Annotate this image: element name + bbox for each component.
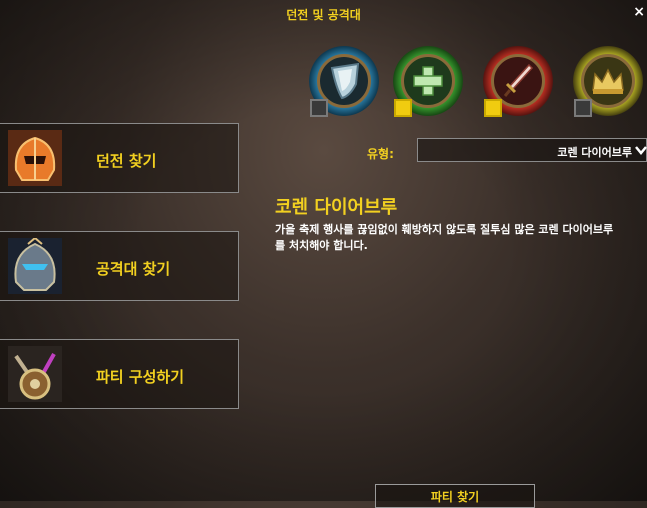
healer-role-toggle[interactable] bbox=[389, 42, 467, 120]
window-title: 던전 및 공격대 bbox=[286, 8, 361, 22]
heal-cross-icon bbox=[413, 66, 443, 96]
crown-icon bbox=[592, 68, 624, 94]
shield-icon bbox=[330, 62, 360, 100]
helmet-icon bbox=[8, 130, 62, 186]
group-builder-button[interactable]: 파티 구성하기 bbox=[0, 339, 239, 409]
raid-helmet-icon bbox=[8, 238, 62, 294]
find-group-label: 파티 찾기 bbox=[430, 490, 480, 504]
leader-checkbox[interactable] bbox=[574, 99, 592, 117]
tank-checkbox[interactable] bbox=[310, 99, 328, 117]
healer-checkbox[interactable] bbox=[394, 99, 412, 117]
raid-finder-label: 공격대 찾기 bbox=[96, 260, 171, 278]
tank-role-toggle[interactable] bbox=[305, 42, 383, 120]
raid-finder-button[interactable]: 공격대 찾기 bbox=[0, 231, 239, 301]
damage-checkbox[interactable] bbox=[484, 99, 502, 117]
group-builder-label: 파티 구성하기 bbox=[96, 368, 185, 386]
sword-icon bbox=[503, 63, 534, 97]
shield-weapons-icon bbox=[8, 346, 62, 402]
close-icon[interactable]: × bbox=[633, 4, 645, 20]
damage-role-toggle[interactable] bbox=[479, 42, 557, 120]
type-label: 유형: bbox=[367, 147, 394, 161]
type-dropdown-value: 코렌 다이어브루 bbox=[557, 146, 632, 159]
dungeon-description: 가을 축제 행사를 끊임없이 훼방하지 않도록 질투심 많은 코렌 다이어브루를… bbox=[275, 223, 614, 252]
type-dropdown[interactable]: 코렌 다이어브루 bbox=[417, 138, 647, 162]
leader-role-toggle[interactable] bbox=[569, 42, 647, 120]
dungeon-title: 코렌 다이어브루 bbox=[275, 197, 398, 218]
find-group-button[interactable]: 파티 찾기 bbox=[375, 484, 535, 508]
chevron-down-icon[interactable] bbox=[634, 143, 647, 157]
dungeon-finder-label: 던전 찾기 bbox=[96, 152, 157, 170]
dungeon-finder-button[interactable]: 던전 찾기 bbox=[0, 123, 239, 193]
